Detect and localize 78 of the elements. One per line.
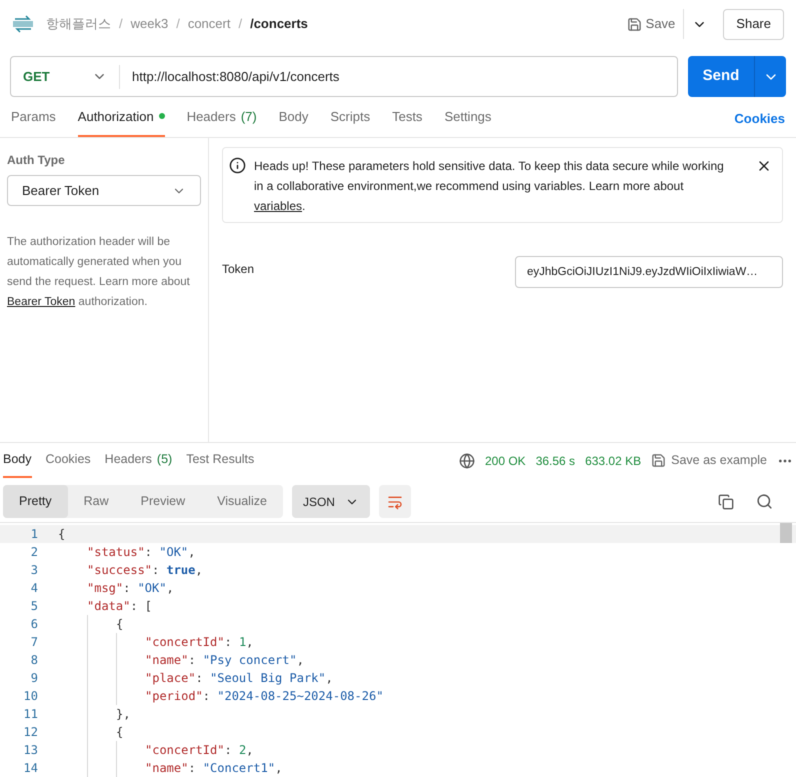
line-number: 14 [22, 760, 38, 777]
code-line: "status": "OK", [87, 544, 196, 561]
request-tab[interactable]: Settings [444, 106, 492, 137]
wrap-button[interactable] [378, 485, 411, 518]
breadcrumb-item[interactable]: /concerts [250, 14, 308, 34]
line-number: 9 [30, 670, 38, 687]
cookies-link[interactable]: Cookies [734, 108, 785, 137]
http-icon [12, 15, 34, 33]
save-button[interactable]: Save [618, 9, 684, 39]
response-tab[interactable]: Headers (5) [104, 450, 172, 478]
request-tab[interactable]: Scripts [330, 106, 370, 137]
format-select[interactable]: JSON [292, 485, 370, 518]
line-number: 2 [30, 544, 38, 561]
response-time[interactable]: 36.56 s [536, 452, 576, 470]
search-icon[interactable] [756, 493, 773, 510]
line-number: 8 [30, 652, 38, 669]
code-line: "success": true, [87, 562, 203, 579]
line-number: 10 [22, 688, 38, 705]
url-field[interactable]: GET http://localhost:8080/api/v1/concerts [10, 56, 678, 97]
bearer-token-link[interactable]: Bearer Token [7, 296, 76, 308]
code-line: { [116, 616, 124, 633]
view-mode-tab[interactable]: Raw [68, 485, 125, 518]
view-mode-tab[interactable]: Preview [124, 485, 202, 518]
save-icon [651, 453, 666, 468]
scrollbar[interactable] [780, 523, 792, 543]
status-code[interactable]: 200 OK [484, 452, 526, 470]
line-number: 4 [30, 580, 38, 597]
request-tab[interactable]: Tests [392, 106, 422, 137]
breadcrumb-separator: / [119, 15, 123, 34]
request-tab[interactable]: Authorization [78, 106, 165, 137]
code-line: { [116, 724, 124, 741]
code-line: "concertId": 1, [145, 634, 254, 651]
line-number: 11 [22, 706, 38, 723]
breadcrumb-item[interactable]: concert [188, 14, 230, 34]
breadcrumb-separator: / [176, 15, 180, 34]
notice-text: Heads up! These parameters hold sensitive data. To keep this data secure while working in a collaborative environment,we recommend using variables. Learn more about variables. [254, 158, 724, 215]
variables-link[interactable]: variables [254, 199, 302, 213]
auth-type-select[interactable]: Bearer Token [7, 175, 201, 206]
copy-icon[interactable] [718, 494, 734, 510]
line-number: 6 [30, 616, 38, 633]
request-tab[interactable]: Body [278, 106, 308, 137]
code-line: }, [116, 706, 130, 723]
wrap-lines-icon [386, 494, 403, 510]
response-tab[interactable]: Body [3, 450, 32, 478]
request-tab[interactable]: Params [11, 106, 56, 137]
token-label: Token [222, 261, 254, 278]
request-tab[interactable]: Headers (7) [186, 106, 257, 137]
code-line: { [58, 526, 66, 543]
globe-icon [458, 452, 475, 469]
code-line: "msg": "OK", [87, 580, 174, 597]
line-number: 7 [30, 634, 38, 651]
auth-description: The authorization header will be automatically generated when you send the request. Learn more about Bearer Token authorization. [7, 235, 191, 310]
code-line: "concertId": 2, [145, 742, 254, 759]
code-line: "data": [ [87, 598, 152, 615]
breadcrumb-item[interactable]: 항해플러스 [46, 14, 111, 34]
auth-type-label: Auth Type [7, 152, 66, 169]
breadcrumb-separator: / [238, 15, 242, 34]
view-mode-tab[interactable]: Pretty [3, 485, 68, 518]
response-size[interactable]: 633.02 KB [585, 452, 642, 470]
view-mode-tab[interactable]: Visualize [201, 485, 283, 518]
line-number: 1 [30, 526, 38, 543]
response-tab[interactable]: Cookies [46, 450, 91, 478]
method-select[interactable]: GET [11, 57, 119, 96]
code-line: "place": "Seoul Big Park", [145, 670, 333, 687]
save-icon [626, 16, 642, 32]
response-tab[interactable]: Test Results [186, 450, 254, 478]
line-number: 3 [30, 562, 38, 579]
token-input[interactable]: eyJhbGciOiJIUzI1NiJ9.eyJzdWIiOiIxIiwiaW… [515, 256, 783, 288]
code-line: "name": "Psy concert", [145, 652, 304, 669]
line-number: 13 [22, 742, 38, 759]
code-line: "period": "2024-08-25~2024-08-26" [145, 688, 384, 705]
line-number: 12 [22, 724, 38, 741]
save-example-button[interactable]: Save as example [651, 451, 767, 470]
code-line: "name": "Concert1", [145, 760, 282, 777]
breadcrumb-item[interactable]: week3 [130, 14, 168, 34]
line-number: 5 [30, 598, 38, 615]
share-button[interactable]: Share [723, 8, 784, 40]
info-icon [229, 157, 246, 174]
